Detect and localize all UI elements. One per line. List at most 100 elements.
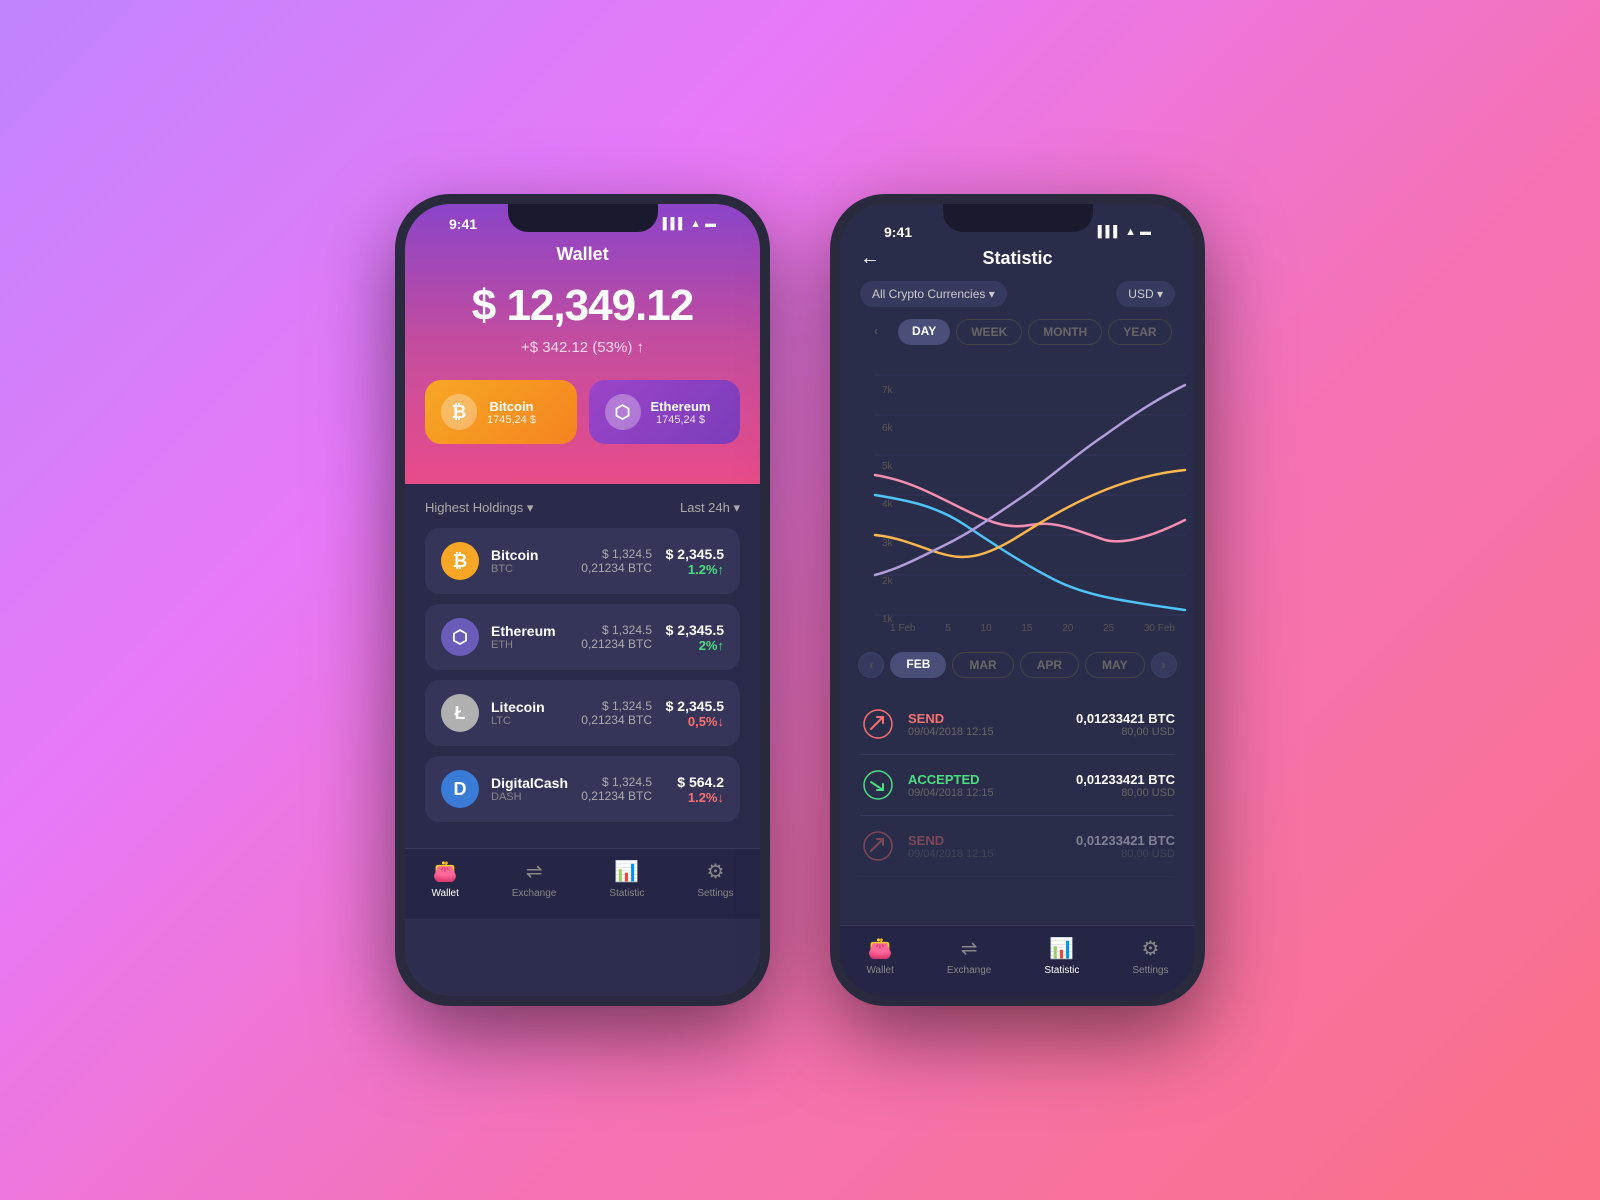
y-6k: 6k bbox=[882, 423, 893, 434]
btc-name: Bitcoin bbox=[491, 547, 569, 563]
tx-date-send-1: 09/04/2018 12:15 bbox=[908, 726, 1064, 738]
litecoin-row[interactable]: Ł Litecoin LTC $ 1,324.5 0,21234 BTC $ 2… bbox=[425, 680, 740, 746]
unit-filter[interactable]: USD ▾ bbox=[1116, 281, 1175, 307]
tab-feb[interactable]: FEB bbox=[890, 652, 946, 678]
wallet-change: +$ 342.12 (53%) ↑ bbox=[425, 339, 740, 356]
stat-nav-settings[interactable]: ⚙ Settings bbox=[1132, 936, 1168, 976]
y-7k: 7k bbox=[882, 385, 893, 396]
tx-type-send-1: SEND bbox=[908, 711, 1064, 726]
dash-row[interactable]: D DigitalCash DASH $ 1,324.5 0,21234 BTC… bbox=[425, 756, 740, 822]
stat-nav-statistic[interactable]: 📊 Statistic bbox=[1044, 936, 1079, 976]
dash-price: $ 1,324.5 0,21234 BTC bbox=[581, 775, 652, 803]
ltc-price-btc: 0,21234 BTC bbox=[581, 713, 652, 727]
bitcoin-card[interactable]: ₿ Bitcoin 1745,24 $ bbox=[425, 380, 577, 444]
status-time: 9:41 bbox=[449, 216, 477, 232]
eth-change: $ 2,345.5 2%↑ bbox=[664, 622, 724, 653]
eth-price: $ 1,324.5 0,21234 BTC bbox=[581, 623, 652, 651]
tx-date-accepted: 09/04/2018 12:15 bbox=[908, 787, 1064, 799]
stat-statistic-icon: 📊 bbox=[1049, 936, 1074, 961]
x-15: 15 bbox=[1021, 623, 1032, 634]
wallet-screen-title: Wallet bbox=[425, 236, 740, 281]
battery-icon: ▬ bbox=[705, 218, 716, 230]
stat-statistic-label: Statistic bbox=[1044, 965, 1079, 976]
chart-container: 7k 6k 5k 4k 3k 2k 1k bbox=[840, 365, 1195, 644]
tab-may[interactable]: MAY bbox=[1085, 652, 1145, 678]
currency-filter[interactable]: All Crypto Currencies ▾ bbox=[860, 281, 1007, 307]
stat-exchange-icon: ⇌ bbox=[961, 936, 978, 961]
tab-year[interactable]: YEAR bbox=[1108, 319, 1171, 345]
stat-nav-wallet[interactable]: 👛 Wallet bbox=[866, 936, 893, 976]
stat-settings-label: Settings bbox=[1132, 965, 1168, 976]
nav-exchange[interactable]: ⇌ Exchange bbox=[512, 859, 556, 899]
x-10: 10 bbox=[981, 623, 992, 634]
chart-x-axis: 1 Feb 5 10 15 20 25 30 Feb bbox=[860, 619, 1175, 634]
x-25: 25 bbox=[1103, 623, 1114, 634]
notch-2 bbox=[943, 204, 1093, 232]
tx-accepted[interactable]: ACCEPTED 09/04/2018 12:15 0,01233421 BTC… bbox=[860, 755, 1175, 816]
y-4k: 4k bbox=[882, 499, 893, 510]
month-tab-bar: ‹ FEB MAR APR MAY › bbox=[840, 644, 1195, 686]
btc-symbol: BTC bbox=[491, 563, 569, 575]
wallet-header: 9:41 ▌▌▌ ▲ ▬ Wallet $ 12,349.12 +$ 342.1… bbox=[405, 204, 760, 484]
ethereum-card[interactable]: ⬡ Ethereum 1745,24 $ bbox=[589, 380, 741, 444]
eth-main-value: $ 2,345.5 bbox=[664, 622, 724, 638]
chart-svg bbox=[875, 375, 1185, 615]
prev-tab[interactable]: ‹ bbox=[860, 319, 892, 345]
prev-month-tab[interactable]: ‹ bbox=[858, 652, 884, 678]
x-1feb: 1 Feb bbox=[890, 623, 916, 634]
wallet-balance: $ 12,349.12 bbox=[425, 281, 740, 331]
wifi-icon: ▲ bbox=[690, 218, 701, 230]
nav-wallet[interactable]: 👛 Wallet bbox=[431, 859, 458, 899]
tx-amount-accepted: 0,01233421 BTC 80,00 USD bbox=[1076, 772, 1175, 799]
nav-statistic[interactable]: 📊 Statistic bbox=[609, 859, 644, 899]
tab-month[interactable]: MONTH bbox=[1028, 319, 1102, 345]
tx-accepted-info: ACCEPTED 09/04/2018 12:15 bbox=[908, 772, 1064, 799]
ltc-main-value: $ 2,345.5 bbox=[664, 698, 724, 714]
eth-row-info: Ethereum ETH bbox=[491, 623, 569, 651]
ltc-row-icon: Ł bbox=[441, 694, 479, 732]
stat-nav-exchange[interactable]: ⇌ Exchange bbox=[947, 936, 991, 976]
bottom-nav-wallet: 👛 Wallet ⇌ Exchange 📊 Statistic ⚙ Settin… bbox=[405, 848, 760, 919]
stat-status-time: 9:41 bbox=[884, 224, 912, 240]
y-1k: 1k bbox=[882, 614, 893, 625]
next-month-tab[interactable]: › bbox=[1151, 652, 1177, 678]
tab-week[interactable]: WEEK bbox=[956, 319, 1022, 345]
tx-usd-send-2: 80,00 USD bbox=[1076, 848, 1175, 860]
ltc-row-info: Litecoin LTC bbox=[491, 699, 569, 727]
stat-exchange-label: Exchange bbox=[947, 965, 991, 976]
back-button[interactable]: ← bbox=[860, 247, 880, 270]
eth-symbol: ETH bbox=[491, 639, 569, 651]
dash-price-usd: $ 1,324.5 bbox=[581, 775, 652, 789]
dash-symbol: DASH bbox=[491, 791, 569, 803]
ltc-symbol: LTC bbox=[491, 715, 569, 727]
phone-wallet: 9:41 ▌▌▌ ▲ ▬ Wallet $ 12,349.12 +$ 342.1… bbox=[395, 194, 770, 1006]
tab-apr[interactable]: APR bbox=[1020, 652, 1079, 678]
ltc-price-usd: $ 1,324.5 bbox=[581, 699, 652, 713]
statistic-nav-label: Statistic bbox=[609, 888, 644, 899]
last-24h-label[interactable]: Last 24h ▾ bbox=[680, 500, 740, 516]
exchange-nav-icon: ⇌ bbox=[526, 859, 543, 884]
stat-settings-icon: ⚙ bbox=[1141, 936, 1159, 961]
stat-signal-icon: ▌▌▌ bbox=[1098, 226, 1121, 238]
dash-change-val: 1.2%↓ bbox=[664, 790, 724, 805]
ethereum-row[interactable]: ⬡ Ethereum ETH $ 1,324.5 0,21234 BTC $ 2… bbox=[425, 604, 740, 670]
settings-nav-icon: ⚙ bbox=[706, 859, 724, 884]
tx-usd-accepted: 80,00 USD bbox=[1076, 787, 1175, 799]
tab-mar[interactable]: MAR bbox=[952, 652, 1013, 678]
highest-holdings-label[interactable]: Highest Holdings ▾ bbox=[425, 500, 533, 516]
eth-price-btc: 0,21234 BTC bbox=[581, 637, 652, 651]
btc-main-value: $ 2,345.5 bbox=[664, 546, 724, 562]
ltc-price: $ 1,324.5 0,21234 BTC bbox=[581, 699, 652, 727]
tx-send-1[interactable]: SEND 09/04/2018 12:15 0,01233421 BTC 80,… bbox=[860, 694, 1175, 755]
tx-send-2[interactable]: SEND 09/04/2018 12:15 0,01233421 BTC 80,… bbox=[860, 816, 1175, 877]
y-5k: 5k bbox=[882, 461, 893, 472]
btc-card-value: 1745,24 $ bbox=[487, 414, 536, 426]
phone-statistic: 9:41 ▌▌▌ ▲ ▬ ← Statistic All Crypto Curr… bbox=[830, 194, 1205, 1006]
bitcoin-row[interactable]: ₿ Bitcoin BTC $ 1,324.5 0,21234 BTC $ 2,… bbox=[425, 528, 740, 594]
stat-screen-title: Statistic bbox=[982, 248, 1052, 269]
btc-row-icon: ₿ bbox=[441, 542, 479, 580]
bottom-nav-stat: 👛 Wallet ⇌ Exchange 📊 Statistic ⚙ Settin… bbox=[840, 925, 1195, 996]
x-30feb: 30 Feb bbox=[1144, 623, 1175, 634]
nav-settings[interactable]: ⚙ Settings bbox=[697, 859, 733, 899]
tab-day[interactable]: DAY bbox=[898, 319, 950, 345]
